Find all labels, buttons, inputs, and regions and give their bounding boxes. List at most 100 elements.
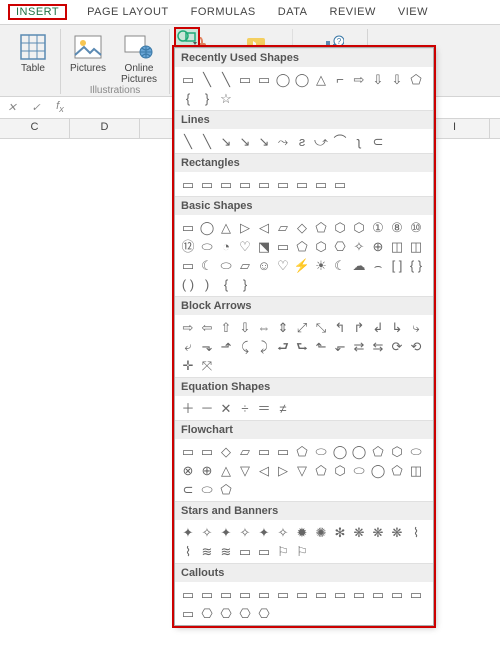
fx-icon[interactable]: fx	[52, 100, 68, 114]
shape-item[interactable]: [ ]	[388, 256, 406, 274]
shape-item[interactable]: ⤶	[179, 337, 197, 355]
tab-data[interactable]: DATA	[276, 4, 310, 20]
shape-item[interactable]: ⇦	[198, 318, 216, 336]
shape-item[interactable]: ⌒	[331, 132, 349, 150]
shape-item[interactable]: ▷	[236, 218, 254, 236]
shape-item[interactable]: ⬠	[293, 237, 311, 255]
shape-item[interactable]: ⊕	[198, 461, 216, 479]
shape-item[interactable]: ▽	[236, 461, 254, 479]
shape-item[interactable]: ⤳	[274, 132, 292, 150]
shape-item[interactable]: ▷	[274, 461, 292, 479]
shape-item[interactable]: ▭	[179, 442, 197, 460]
shape-item[interactable]: ▭	[350, 585, 368, 603]
shape-item[interactable]: ⑧	[388, 218, 406, 236]
shape-item[interactable]: ⬡	[388, 442, 406, 460]
shape-item[interactable]: ☾	[331, 256, 349, 274]
shape-item[interactable]: ⬔	[255, 237, 273, 255]
shape-item[interactable]: ▭	[407, 585, 425, 603]
shape-item[interactable]: ≠	[274, 399, 292, 417]
shape-item[interactable]: ⬠	[217, 480, 235, 498]
shape-item[interactable]: ⑫	[179, 237, 197, 255]
shape-item[interactable]: ⬭	[217, 256, 235, 274]
shape-item[interactable]: ✕	[217, 399, 235, 417]
shape-item[interactable]: ⮑	[293, 337, 311, 355]
shape-item[interactable]: ⤸	[255, 337, 273, 355]
shape-item[interactable]: ◫	[407, 237, 425, 255]
shape-item[interactable]: ⌇	[179, 542, 197, 560]
shape-item[interactable]: ✦	[217, 523, 235, 541]
shape-item[interactable]: ◔	[217, 237, 235, 255]
shape-item[interactable]: ⬡	[331, 461, 349, 479]
tab-page-layout[interactable]: PAGE LAYOUT	[85, 4, 171, 20]
shape-item[interactable]: ▭	[388, 585, 406, 603]
shape-item[interactable]: ▭	[236, 175, 254, 193]
shape-item[interactable]: ⤡	[312, 318, 330, 336]
shape-item[interactable]: ʅ	[350, 132, 368, 150]
shape-item[interactable]: ⬠	[388, 461, 406, 479]
shape-item[interactable]: ✧	[274, 523, 292, 541]
shape-item[interactable]: {	[217, 275, 235, 293]
shapes-dropdown-button[interactable]	[174, 27, 200, 47]
shape-item[interactable]: ▱	[236, 442, 254, 460]
shape-item[interactable]: ①	[369, 218, 387, 236]
shape-item[interactable]: ◇	[293, 218, 311, 236]
shape-item[interactable]: ⊂	[179, 480, 197, 498]
shape-item[interactable]: ＝	[255, 399, 273, 417]
shape-item[interactable]: ⬡	[312, 237, 330, 255]
shape-item[interactable]: ↘	[217, 132, 235, 150]
shape-item[interactable]: ▭	[274, 585, 292, 603]
shape-item[interactable]: ⌐	[331, 70, 349, 88]
shape-item[interactable]: ƨ	[293, 132, 311, 150]
shape-item[interactable]: ⬠	[312, 218, 330, 236]
shape-item[interactable]: ♡	[236, 237, 254, 255]
shape-item[interactable]: △	[312, 70, 330, 88]
shape-item[interactable]: ⬭	[350, 461, 368, 479]
shape-item[interactable]: ≋	[217, 542, 235, 560]
shape-item[interactable]: ⬭	[198, 480, 216, 498]
shape-item[interactable]: ◯	[350, 442, 368, 460]
shape-item[interactable]: ╲	[217, 70, 235, 88]
shape-item[interactable]: ⬠	[293, 442, 311, 460]
shape-item[interactable]: ⇄	[350, 337, 368, 355]
shape-item[interactable]: ⬏	[217, 337, 235, 355]
shape-item[interactable]: ⎔	[198, 604, 216, 622]
shape-item[interactable]: ▭	[255, 542, 273, 560]
shape-item[interactable]: ◫	[407, 461, 425, 479]
shape-item[interactable]: ▭	[331, 585, 349, 603]
shape-item[interactable]: ⬠	[369, 442, 387, 460]
shape-item[interactable]: ▭	[217, 175, 235, 193]
shape-item[interactable]: ⎔	[255, 604, 273, 622]
shape-item[interactable]: ▱	[274, 218, 292, 236]
shape-item[interactable]: ⇧	[217, 318, 235, 336]
shape-item[interactable]: ▭	[179, 585, 197, 603]
shape-item[interactable]: ◯	[198, 218, 216, 236]
shape-item[interactable]: ▭	[255, 442, 273, 460]
shape-item[interactable]: ⤧	[198, 356, 216, 374]
shape-item[interactable]: ⑩	[407, 218, 425, 236]
shape-item[interactable]: ⬭	[407, 442, 425, 460]
shape-item[interactable]: －	[198, 399, 216, 417]
shape-item[interactable]: ╲	[198, 70, 216, 88]
shape-item[interactable]: ▭	[255, 585, 273, 603]
shape-item[interactable]: ◯	[369, 461, 387, 479]
shape-item[interactable]: {	[179, 89, 197, 107]
shape-item[interactable]: ⊕	[369, 237, 387, 255]
shape-item[interactable]: ▽	[293, 461, 311, 479]
shape-item[interactable]: ⟳	[388, 337, 406, 355]
shape-item[interactable]: ♡	[274, 256, 292, 274]
shape-item[interactable]: ⇆	[369, 337, 387, 355]
shape-item[interactable]: ⤢	[293, 318, 311, 336]
shape-item[interactable]: ▭	[274, 442, 292, 460]
shape-item[interactable]: ↳	[388, 318, 406, 336]
shape-item[interactable]: ◯	[274, 70, 292, 88]
shape-item[interactable]: ▭	[274, 175, 292, 193]
shape-item[interactable]: ❋	[388, 523, 406, 541]
shape-item[interactable]: ▭	[274, 237, 292, 255]
pictures-button[interactable]: Pictures	[67, 29, 109, 85]
shape-item[interactable]: ( )	[179, 275, 197, 293]
tab-formulas[interactable]: FORMULAS	[189, 4, 258, 20]
shape-item[interactable]: ⚐	[293, 542, 311, 560]
shape-item[interactable]: }	[236, 275, 254, 293]
shape-item[interactable]: ✦	[255, 523, 273, 541]
tab-insert[interactable]: INSERT	[8, 4, 67, 20]
